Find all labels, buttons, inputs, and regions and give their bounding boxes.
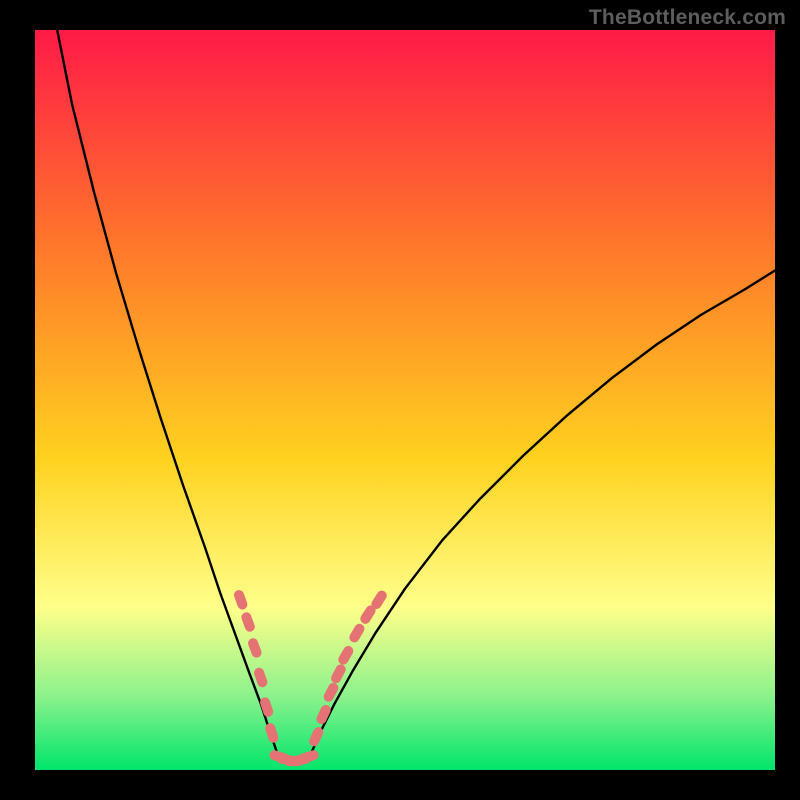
bottleneck-chart xyxy=(35,30,775,770)
chart-frame: TheBottleneck.com xyxy=(0,0,800,800)
plot-background xyxy=(35,30,775,770)
watermark-text: TheBottleneck.com xyxy=(589,6,786,30)
